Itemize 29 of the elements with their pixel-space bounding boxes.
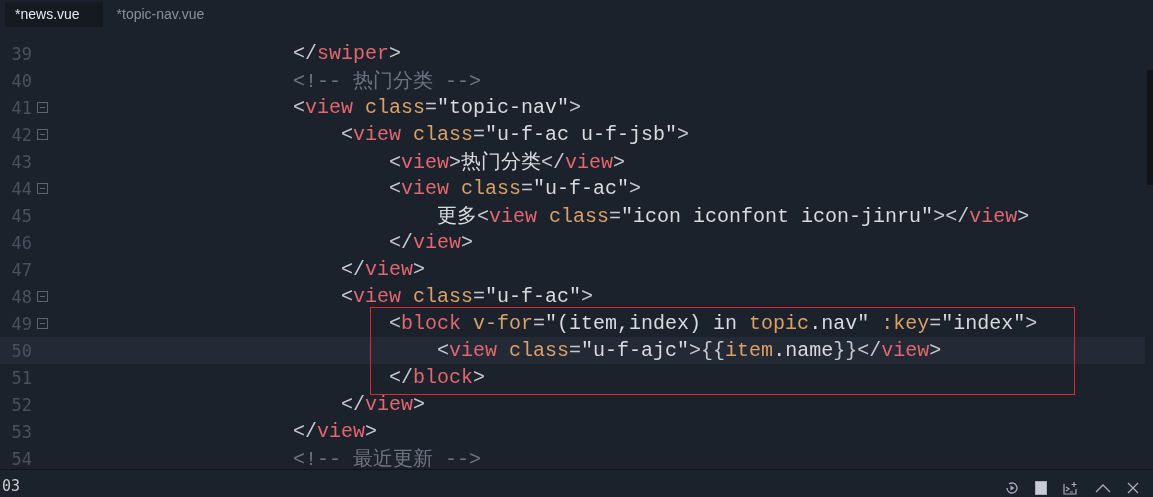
code-line: </view>	[341, 393, 426, 416]
panel-icon[interactable]	[1035, 481, 1047, 495]
code-line: <!-- 热门分类 -->	[293, 69, 482, 94]
fold-icon[interactable]	[37, 291, 48, 302]
chevron-up-icon[interactable]	[1095, 483, 1111, 493]
fold-icon[interactable]	[37, 129, 48, 140]
code-line: <block v-for="(item,index) in topic.nav" :key="index">	[389, 312, 1038, 335]
code-line: <view class="u-f-ajc">{{item.name}}</view>	[437, 339, 942, 362]
code-line: <view class="u-f-ac">	[341, 285, 594, 308]
run-icon[interactable]	[1005, 481, 1019, 495]
fold-icon[interactable]	[37, 183, 48, 194]
code-line: </view>	[293, 420, 378, 443]
code-line: <!-- 最近更新 -->	[293, 447, 482, 469]
code-line: </swiper>	[293, 42, 402, 65]
code-line: <view class="u-f-ac u-f-jsb">	[341, 123, 690, 146]
code-line: </view>	[389, 231, 474, 254]
close-icon[interactable]	[1127, 482, 1139, 494]
file-tab[interactable]: *topic-nav.vue	[106, 2, 228, 27]
fold-icon[interactable]	[37, 318, 48, 329]
fold-icon[interactable]	[37, 102, 48, 113]
file-tab[interactable]: *news.vue	[5, 2, 103, 27]
code-line: 更多<view class="icon iconfont icon-jinru"></view>	[437, 204, 1030, 229]
code-line: <view>热门分类</view>	[389, 150, 626, 175]
code-line: <view class="topic-nav">	[293, 96, 582, 119]
code-line: <view class="u-f-ac">	[389, 177, 642, 200]
code-line: </block>	[389, 366, 486, 389]
new-terminal-icon[interactable]	[1063, 481, 1079, 495]
code-line: </view>	[341, 258, 426, 281]
panel-text: 03	[2, 477, 21, 495]
